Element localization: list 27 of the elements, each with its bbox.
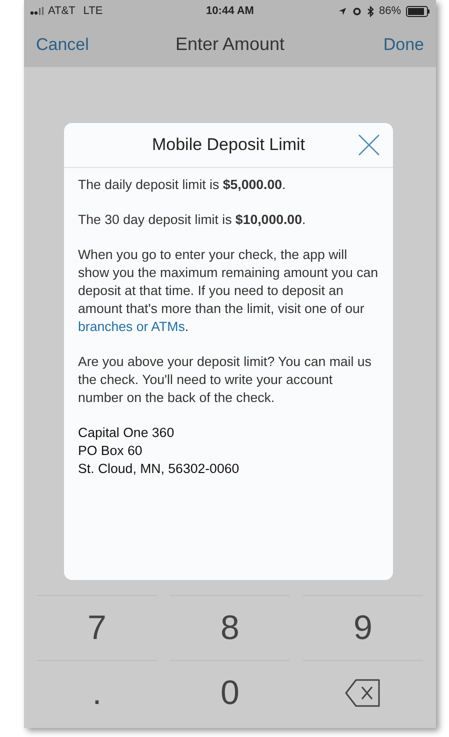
battery-percent: 86% [378, 4, 401, 19]
dialog-paragraph: The daily deposit limit is $5,000.00. [78, 176, 287, 194]
dialog-paragraph: The 30 day deposit limit is $10,000.00. [78, 211, 307, 229]
address-line: St. Cloud, MN, 56302-0060 [78, 460, 240, 478]
dialog-paragraph: When you go to enter your check, the app will show you the maximum remaining amount you can deposit at that time. If you need to deposit an amount that's more than the limit, visit one of our branches or ATMs. [78, 246, 379, 336]
keypad-key[interactable]: 9 [303, 595, 423, 660]
keypad-key[interactable]: 8 [170, 595, 290, 660]
dialog-paragraph: Are you above your deposit limit? You can mail us the check. You'll need to write your account number on the back of the check. [78, 353, 372, 407]
cancel-button[interactable]: Cancel [36, 32, 126, 58]
close-button[interactable] [357, 133, 381, 157]
backspace-icon [345, 679, 381, 707]
battery-icon [406, 6, 430, 16]
keypad-key[interactable]: . [37, 660, 157, 725]
screen-title: Enter Amount [175, 33, 285, 56]
carrier-label: AT&T [48, 4, 76, 19]
location-arrow-icon [338, 6, 347, 16]
done-button[interactable]: Done [334, 32, 424, 58]
signal-icon [30, 7, 44, 15]
network-label: LTE [83, 4, 103, 19]
bluetooth-icon [366, 6, 374, 16]
address-line: Capital One 360 [78, 424, 176, 442]
keypad-key[interactable]: 7 [37, 595, 157, 660]
dialog-title: Mobile Deposit Limit [152, 134, 306, 156]
status-time: 10:44 AM [205, 4, 255, 19]
keypad-key[interactable]: 0 [170, 660, 290, 725]
address-line: PO Box 60 [78, 442, 144, 460]
branches-link[interactable]: branches or ATMs [78, 319, 185, 334]
